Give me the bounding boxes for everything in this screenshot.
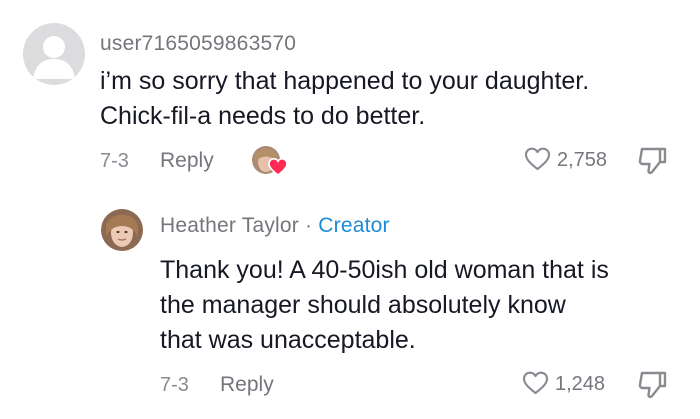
default-user-icon [33, 36, 75, 79]
comment-text-line: i’m so sorry that happened to your daugh… [100, 67, 590, 95]
like-count: 2,758 [557, 149, 608, 171]
reply-text-line: that was unacceptable. [160, 326, 416, 354]
reply-author-line: Heather Taylor · Creator [160, 214, 390, 238]
heart-outline-icon [522, 371, 549, 395]
comment-username[interactable]: user7165059863570 [100, 32, 296, 56]
comment-text-line: Chick-fil-a needs to do better. [100, 102, 426, 130]
reply-dislike-button[interactable] [636, 369, 670, 406]
reply-text: Thank you! A 40-50ish old woman that is … [160, 253, 609, 358]
reply-author-name[interactable]: Heather Taylor [160, 214, 299, 237]
like-button[interactable] [524, 147, 551, 176]
reply-like-button[interactable] [522, 371, 549, 400]
dislike-button[interactable] [636, 145, 670, 182]
reply-text-line: the manager should absolutely know [160, 291, 566, 319]
reply-reply-button[interactable]: Reply [220, 373, 274, 397]
thumbs-down-icon [638, 371, 667, 399]
avatar-default[interactable] [23, 23, 85, 85]
reply-button[interactable]: Reply [160, 149, 214, 173]
creator-badge: Creator [318, 214, 390, 237]
comment-text: i’m so sorry that happened to your daugh… [100, 64, 589, 134]
creator-avatar-image [101, 209, 143, 251]
reply-date: 7-3 [160, 374, 189, 396]
creator-liked-indicator [250, 144, 290, 180]
creator-avatar[interactable] [100, 208, 144, 252]
reply-text-line: Thank you! A 40-50ish old woman that is [160, 256, 609, 284]
heart-badge-icon [268, 158, 288, 176]
reply-like-count: 1,248 [555, 373, 606, 395]
thumbs-down-icon [638, 147, 667, 175]
heart-outline-icon [524, 147, 551, 171]
comment-date: 7-3 [100, 150, 129, 172]
separator-dot: · [305, 214, 313, 237]
